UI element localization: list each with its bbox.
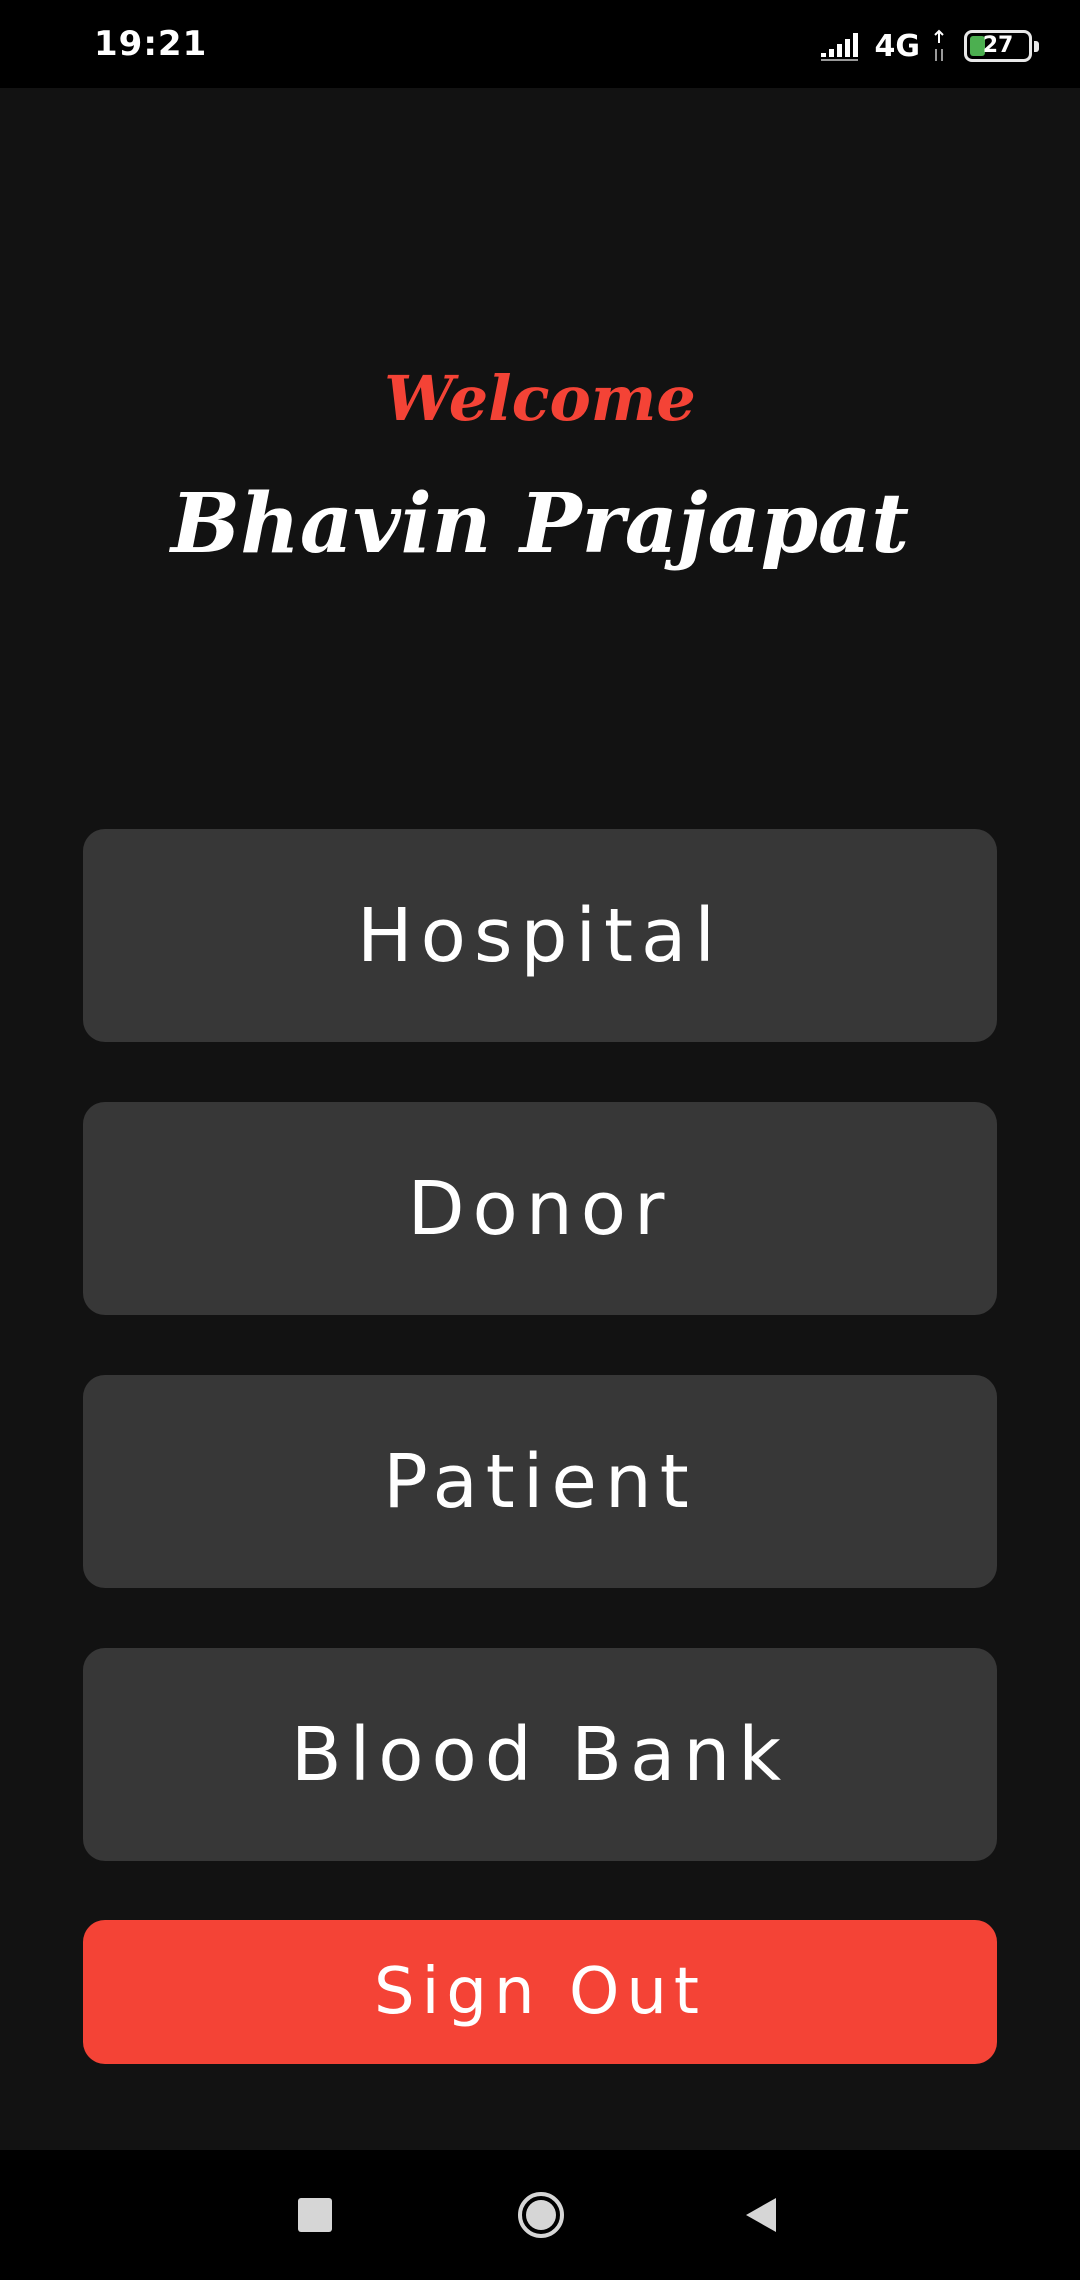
- blood-bank-button[interactable]: Blood Bank: [83, 1648, 997, 1861]
- patient-button[interactable]: Patient: [83, 1375, 997, 1588]
- battery-level-text: 27: [982, 33, 1014, 58]
- home-icon[interactable]: [516, 2190, 566, 2240]
- data-arrows-icon: [934, 29, 944, 61]
- app-screen: 19:21 4G 27 Welcome Bhavin Prajapat Hosp…: [0, 0, 1080, 2280]
- navigation-bar: [0, 2150, 1080, 2280]
- sign-out-button-label: Sign Out: [374, 1955, 706, 2029]
- status-icons: 4G 27: [820, 26, 1039, 66]
- user-name: Bhavin Prajapat: [170, 476, 910, 572]
- welcome-label: Welcome: [384, 362, 696, 435]
- network-type: 4G: [874, 28, 921, 64]
- battery-icon: 27: [964, 30, 1039, 62]
- recents-icon[interactable]: [298, 2198, 332, 2232]
- patient-button-label: Patient: [383, 1438, 697, 1525]
- hospital-button[interactable]: Hospital: [83, 829, 997, 1042]
- blood-bank-button-label: Blood Bank: [290, 1711, 790, 1798]
- signal-icon: [820, 33, 858, 61]
- status-time: 19:21: [94, 24, 208, 64]
- hospital-button-label: Hospital: [357, 892, 723, 979]
- sign-out-button[interactable]: Sign Out: [83, 1920, 997, 2064]
- donor-button[interactable]: Donor: [83, 1102, 997, 1315]
- back-icon[interactable]: [744, 2196, 778, 2234]
- status-bar: 19:21 4G 27: [0, 0, 1080, 88]
- donor-button-label: Donor: [407, 1165, 673, 1252]
